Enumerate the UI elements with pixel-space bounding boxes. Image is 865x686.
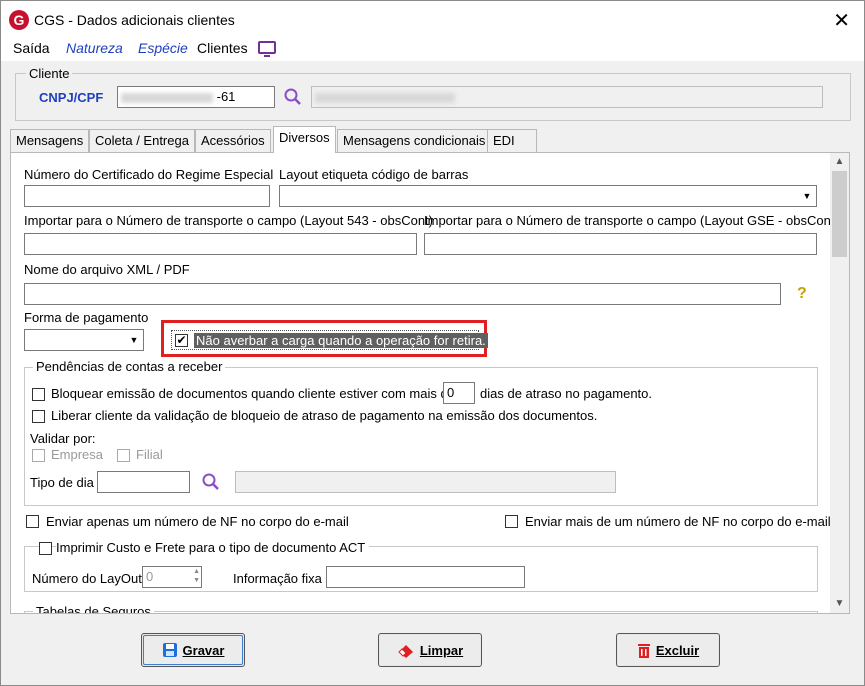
mais-de-um-nf-checkbox[interactable] <box>505 515 518 528</box>
excluir-button[interactable]: Excluir <box>616 633 720 667</box>
apenas-um-nf-label: Enviar apenas um número de NF no corpo d… <box>46 514 349 529</box>
dropdown-arrow-icon[interactable]: ▼ <box>798 186 816 206</box>
act-label: Imprimir Custo e Frete para o tipo de do… <box>56 540 370 555</box>
tipo-dia-input[interactable] <box>97 471 190 493</box>
excluir-button-face: Excluir <box>618 635 718 665</box>
certificado-label: Número do Certificado do Regime Especial <box>24 167 274 182</box>
info-fixa-label: Informação fixa <box>233 571 322 586</box>
dias-input[interactable]: 0 <box>443 382 475 404</box>
importar-543-input[interactable] <box>24 233 417 255</box>
eraser-icon <box>398 645 413 658</box>
menu-especie[interactable]: Espécie <box>138 40 188 56</box>
scroll-thumb[interactable] <box>832 171 847 257</box>
menu-bar: Saída Natureza Espécie Clientes <box>1 37 864 61</box>
menu-natureza[interactable]: Natureza <box>66 40 123 56</box>
importar-gse-input[interactable] <box>424 233 817 255</box>
tipo-dia-description <box>235 471 616 493</box>
gravar-button[interactable]: Gravar <box>141 633 245 667</box>
monitor-icon[interactable] <box>258 41 276 57</box>
client-name-field <box>311 86 823 108</box>
window-title: CGS - Dados adicionais clientes <box>34 12 235 28</box>
layout-etiqueta-select[interactable]: ▼ <box>279 185 817 207</box>
filial-label: Filial <box>136 447 163 462</box>
tipo-dia-label: Tipo de dia <box>30 475 94 490</box>
gravar-label: Gravar <box>182 642 225 658</box>
tab-mensagens[interactable]: Mensagens <box>10 129 90 153</box>
excluir-label: Excluir <box>655 642 700 658</box>
close-icon[interactable]: ✕ <box>833 8 850 33</box>
vertical-scrollbar[interactable]: ▲ ▼ <box>830 153 849 613</box>
checkbox-checked-icon[interactable]: ✔ <box>175 334 188 347</box>
dropdown-arrow-icon[interactable]: ▼ <box>125 330 143 350</box>
seguros-label: Tabelas de Seguros <box>33 604 154 613</box>
scroll-up-icon[interactable]: ▲ <box>830 153 849 171</box>
arquivo-input[interactable] <box>24 283 781 305</box>
tab-coleta-entrega[interactable]: Coleta / Entrega <box>89 129 195 153</box>
redacted-value <box>121 92 213 103</box>
menu-clientes[interactable]: Clientes <box>197 40 248 56</box>
tab-mensagens-condicionais[interactable]: Mensagens condicionais <box>337 129 492 153</box>
empresa-checkbox[interactable] <box>32 449 45 462</box>
search-icon[interactable] <box>201 472 221 492</box>
validar-label: Validar por: <box>30 431 96 446</box>
importar-543-label: Importar para o Número de transporte o c… <box>24 213 433 228</box>
forma-pagamento-label: Forma de pagamento <box>24 310 149 325</box>
gravar-button-face: Gravar <box>143 635 243 665</box>
title-bar: G CGS - Dados adicionais clientes ✕ <box>1 1 864 37</box>
layout-etiqueta-label: Layout etiqueta código de barras <box>279 167 469 182</box>
cnpj-input[interactable]: -61 <box>117 86 275 108</box>
certificado-input[interactable] <box>24 185 270 207</box>
importar-gse-label: Importar para o Número de transporte o c… <box>424 213 839 228</box>
diversos-panel: Número do Certificado do Regime Especial… <box>10 152 850 614</box>
save-icon <box>162 643 177 657</box>
menu-saida[interactable]: Saída <box>13 40 50 56</box>
dias-suffix-label: dias de atraso no pagamento. <box>480 386 653 401</box>
search-icon[interactable] <box>283 87 303 107</box>
liberar-label: Liberar cliente da validação de bloqueio… <box>51 408 598 423</box>
tab-diversos[interactable]: Diversos <box>273 126 336 153</box>
layout-numero-label: Número do LayOut <box>32 571 142 586</box>
cnpj-label: CNPJ/CPF <box>39 90 104 105</box>
filial-checkbox[interactable] <box>117 449 130 462</box>
bloquear-checkbox[interactable] <box>32 388 45 401</box>
pendencias-label: Pendências de contas a receber <box>33 359 226 374</box>
limpar-button[interactable]: Limpar <box>378 633 482 667</box>
mais-de-um-nf-label: Enviar mais de um número de NF no corpo … <box>525 514 831 529</box>
act-checkbox[interactable] <box>39 542 52 555</box>
info-fixa-input[interactable] <box>326 566 525 588</box>
layout-numero-value: 0 <box>146 569 154 584</box>
client-group-label: Cliente <box>26 66 73 81</box>
trash-icon <box>637 643 650 658</box>
nao-averbar-label: Não averbar a carga quando a operação fo… <box>194 333 488 348</box>
limpar-button-face: Limpar <box>380 635 480 665</box>
layout-numero-stepper[interactable]: 0 ▲ ▼ <box>142 566 202 588</box>
stepper-arrows-icon[interactable]: ▲ ▼ <box>193 567 200 585</box>
app-logo-icon: G <box>9 10 29 30</box>
scroll-down-icon[interactable]: ▼ <box>830 595 849 613</box>
apenas-um-nf-checkbox[interactable] <box>26 515 39 528</box>
bloquear-label: Bloquear emissão de documentos quando cl… <box>51 386 455 401</box>
redacted-name <box>315 92 455 103</box>
tab-acessorios[interactable]: Acessórios <box>195 129 271 153</box>
dialog-window: G CGS - Dados adicionais clientes ✕ Saíd… <box>0 0 865 686</box>
limpar-label: Limpar <box>419 642 464 658</box>
nao-averbar-option[interactable]: ✔ Não averbar a carga quando a operação … <box>171 330 488 350</box>
tab-edi[interactable]: EDI <box>487 129 537 153</box>
arquivo-label: Nome do arquivo XML / PDF <box>24 262 190 277</box>
help-icon[interactable]: ? <box>797 285 807 303</box>
cnpj-value-suffix: -61 <box>216 89 236 104</box>
forma-pagamento-select[interactable]: ▼ <box>24 329 144 351</box>
liberar-checkbox[interactable] <box>32 410 45 423</box>
empresa-label: Empresa <box>51 447 104 462</box>
